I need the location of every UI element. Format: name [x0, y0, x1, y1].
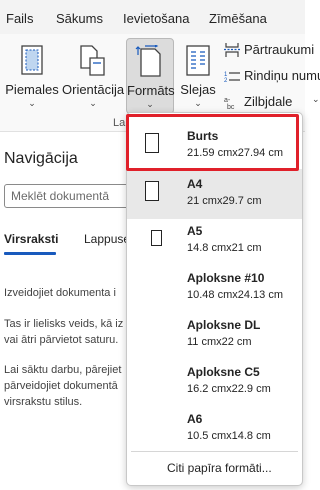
nav-info-text: pārveidojiet dokumentā — [4, 380, 118, 392]
svg-text:a-: a- — [224, 97, 231, 104]
formats-label: Formāts — [127, 83, 175, 98]
orientation-button[interactable]: Orientācija ⌄ — [62, 38, 124, 114]
chevron-down-icon: ⌄ — [146, 99, 154, 109]
page-size-icon — [135, 45, 161, 77]
columns-button[interactable]: Slejas ⌄ — [176, 38, 220, 114]
paper-size-dimensions: 11 cmx22 cm — [187, 336, 252, 348]
nav-info-text: vai ātri pārvietot saturu. — [4, 334, 119, 346]
menu-divider — [131, 451, 298, 452]
layout-group-label: La — [113, 117, 126, 129]
columns-label: Slejas — [180, 82, 216, 97]
margins-label: Piemales — [5, 82, 59, 97]
paper-size-dimensions: 16.2 cmx22.9 cm — [187, 383, 271, 395]
paper-size-item[interactable]: A4 21 cmx29.7 cm — [127, 169, 302, 219]
margins-icon — [21, 45, 43, 75]
tab-headings[interactable]: Virsraksti — [4, 232, 59, 246]
nav-info-text: Tas ir lielisks veids, kā iz — [4, 318, 124, 330]
nav-info-text: virsrakstu stilus. — [4, 396, 83, 408]
chevron-down-icon: ⌄ — [312, 94, 320, 104]
paper-size-dimensions: 10.48 cmx24.13 cm — [187, 289, 283, 301]
paper-size-dimensions: 10.5 cmx14.8 cm — [187, 430, 271, 442]
paper-size-name: Aploksne C5 — [187, 365, 260, 379]
tab-file[interactable]: Fails — [6, 11, 33, 26]
ribbon-tab-bar: Fails Sākums Ievietošana Zīmēšana — [0, 0, 305, 34]
nav-info-text: Izveidojiet dokumenta i — [4, 287, 116, 299]
svg-text:bc: bc — [227, 104, 235, 109]
word-window: Fails Sākums Ievietošana Zīmēšana Piemal… — [0, 0, 320, 490]
chevron-down-icon: ⌄ — [89, 98, 97, 108]
paper-size-name: Aploksne DL — [187, 318, 261, 332]
paper-size-item[interactable]: Aploksne #10 10.48 cmx24.13 cm — [127, 263, 302, 313]
paper-size-dimensions: 21 cmx29.7 cm — [187, 195, 262, 207]
more-paper-sizes-link[interactable]: Citi papīra formāti... — [167, 461, 272, 475]
chevron-down-icon: ⌄ — [28, 98, 36, 108]
formats-button[interactable]: Formāts ⌄ — [126, 38, 175, 114]
columns-icon — [186, 45, 210, 76]
paper-size-item[interactable]: A6 10.5 cmx14.8 cm — [127, 404, 302, 454]
orientation-label: Orientācija — [62, 82, 125, 97]
line-numbers-icon: 1 2 — [224, 72, 240, 83]
paper-size-name: Aploksne #10 — [187, 271, 265, 285]
page-break-icon — [224, 43, 240, 57]
hyphenation-label: Zilbjdale — [244, 94, 293, 109]
paper-size-item[interactable]: Aploksne DL 11 cmx22 cm — [127, 310, 302, 360]
breaks-label: Pārtraukumi — [244, 42, 315, 57]
paper-size-item[interactable]: A5 14.8 cmx21 cm — [127, 216, 302, 266]
paper-size-item[interactable]: Aploksne C5 16.2 cmx22.9 cm — [127, 357, 302, 407]
paper-size-name: A5 — [187, 224, 203, 238]
tab-draw[interactable]: Zīmēšana — [209, 11, 267, 26]
paper-size-name: A6 — [187, 412, 203, 426]
navigation-title: Navigācija — [4, 150, 78, 167]
margins-button[interactable]: Piemales ⌄ — [2, 38, 62, 114]
paper-size-dimensions: 14.8 cmx21 cm — [187, 242, 262, 254]
svg-text:2: 2 — [224, 78, 228, 83]
hyphenation-icon: a- bc — [224, 97, 235, 109]
highlight-box — [126, 114, 299, 171]
paper-size-name: A4 — [187, 177, 203, 191]
page-icon — [145, 181, 159, 201]
chevron-down-icon: ⌄ — [194, 98, 202, 108]
tab-insert[interactable]: Ievietošana — [123, 11, 190, 26]
page-icon — [151, 230, 162, 246]
line-numbers-label: Rindiņu numuri — [244, 68, 320, 83]
search-input[interactable]: Meklēt dokumentā — [4, 184, 134, 208]
tab-home[interactable]: Sākums — [56, 11, 103, 26]
active-tab-indicator — [4, 252, 56, 255]
nav-info-text: Lai sāktu darbu, pārejiet — [4, 364, 122, 376]
orientation-icon — [80, 45, 105, 76]
